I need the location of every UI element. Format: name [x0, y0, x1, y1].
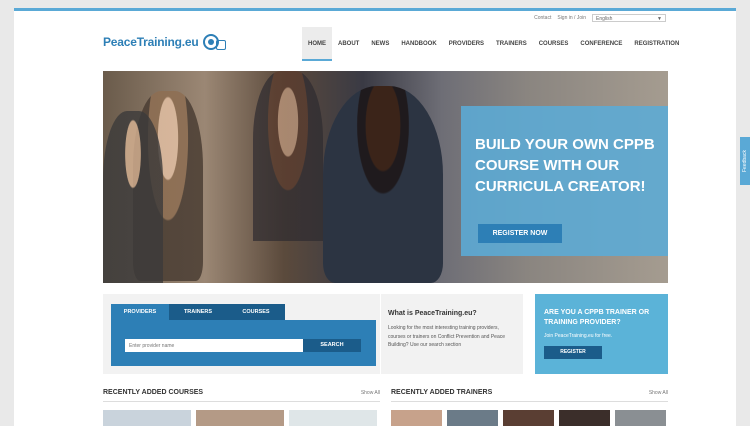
trainer-register-button[interactable]: REGISTER [544, 346, 602, 359]
nav-courses[interactable]: COURSES [533, 27, 575, 61]
tab-courses[interactable]: COURSES [227, 304, 285, 320]
chevron-down-icon: ▼ [657, 16, 662, 22]
trainers-show-all-link[interactable]: Show All [649, 390, 668, 396]
nav-handbook[interactable]: HANDBOOK [395, 27, 442, 61]
hero-banner: BUILD YOUR OWN CPPB COURSE WITH OUR CURR… [103, 71, 668, 283]
feedback-tab[interactable]: Feedback [740, 137, 750, 185]
language-value: English [596, 16, 613, 22]
course-thumbnail[interactable] [196, 410, 284, 426]
search-section: PROVIDERS TRAINERS COURSES SEARCH [103, 294, 380, 374]
trainer-thumbnail[interactable] [391, 410, 442, 426]
nav-conference[interactable]: CONFERENCE [574, 27, 628, 61]
nav-news[interactable]: NEWS [365, 27, 395, 61]
nav-home[interactable]: HOME [302, 27, 332, 61]
provider-search-input[interactable] [125, 339, 303, 352]
about-summary-text: Looking for the most interesting trainin… [388, 325, 506, 348]
hero-callout: BUILD YOUR OWN CPPB COURSE WITH OUR CURR… [461, 106, 668, 256]
nav-trainers[interactable]: TRAINERS [490, 27, 533, 61]
hero-photo-person [253, 71, 323, 241]
main-nav: HOME ABOUT NEWS HANDBOOK PROVIDERS TRAIN… [302, 27, 685, 61]
hero-photo-person [103, 111, 163, 283]
hero-photo-person [323, 86, 443, 283]
course-thumbnail[interactable] [289, 410, 377, 426]
recent-trainers-title: RECENTLY ADDED TRAINERS [391, 389, 493, 396]
trainer-thumbnail[interactable] [615, 410, 666, 426]
logo-text: PeaceTraining.eu [103, 35, 199, 49]
courses-show-all-link[interactable]: Show All [361, 390, 380, 396]
nav-registration[interactable]: REGISTRATION [628, 27, 685, 61]
tab-trainers[interactable]: TRAINERS [169, 304, 227, 320]
recent-courses-title: RECENTLY ADDED COURSES [103, 389, 204, 396]
trainer-cta-title: ARE YOU A CPPB TRAINER OR TRAINING PROVI… [544, 309, 650, 326]
hero-title: BUILD YOUR OWN CPPB COURSE WITH OUR CURR… [475, 136, 655, 195]
about-summary: What is PeaceTraining.eu? Looking for th… [381, 294, 523, 374]
top-bar: Contact Sign in / Join English ▼ [534, 14, 666, 22]
trainer-thumbnail[interactable] [559, 410, 610, 426]
search-panel: SEARCH [111, 320, 376, 366]
tab-providers[interactable]: PROVIDERS [111, 304, 169, 320]
page: Contact Sign in / Join English ▼ PeaceTr… [14, 8, 736, 426]
recent-courses-list [103, 410, 377, 426]
trainer-cta-text: Join PeaceTraining.eu for free. [544, 333, 613, 339]
language-select[interactable]: English ▼ [592, 14, 666, 22]
recent-trainers-list [391, 410, 666, 426]
register-now-button[interactable]: REGISTER NOW [478, 224, 562, 243]
recent-courses-header: RECENTLY ADDED COURSES Show All [103, 389, 380, 402]
contact-link[interactable]: Contact [534, 15, 551, 21]
trainer-thumbnail[interactable] [447, 410, 498, 426]
nav-about[interactable]: ABOUT [332, 27, 365, 61]
about-summary-title: What is PeaceTraining.eu? [388, 310, 477, 317]
site-logo[interactable]: PeaceTraining.eu [103, 34, 226, 50]
logo-globe-icon [202, 34, 219, 50]
nav-providers[interactable]: PROVIDERS [443, 27, 490, 61]
search-button[interactable]: SEARCH [303, 339, 361, 352]
recent-trainers-header: RECENTLY ADDED TRAINERS Show All [391, 389, 668, 402]
trainer-cta: ARE YOU A CPPB TRAINER OR TRAINING PROVI… [535, 294, 668, 374]
signin-link[interactable]: Sign in / Join [557, 15, 586, 21]
search-tabs: PROVIDERS TRAINERS COURSES [111, 304, 285, 320]
course-thumbnail[interactable] [103, 410, 191, 426]
trainer-thumbnail[interactable] [503, 410, 554, 426]
